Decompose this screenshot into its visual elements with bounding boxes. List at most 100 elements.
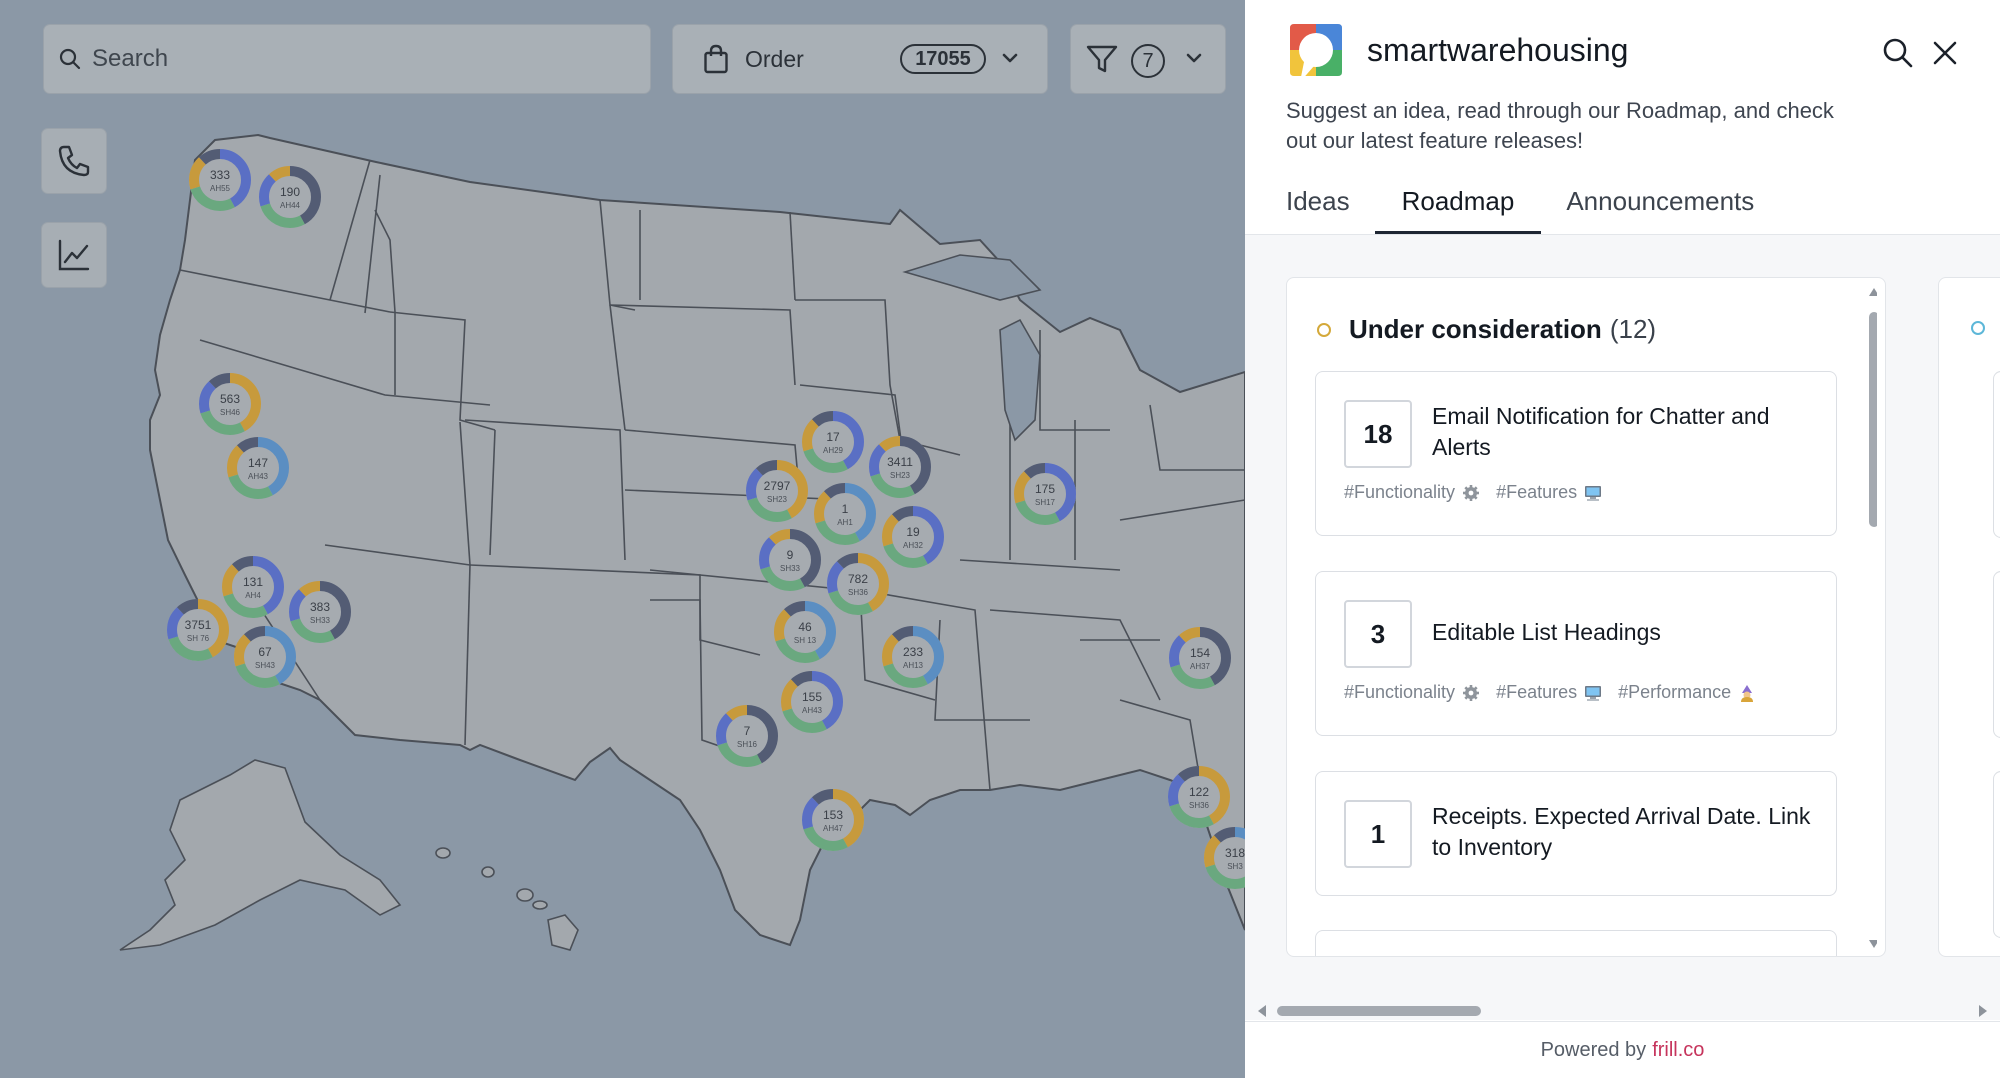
roadmap-card[interactable]: 18 Email Notification for Chatter and Al… xyxy=(1315,371,1837,536)
close-icon[interactable] xyxy=(1930,38,1960,68)
tag-label: #Features xyxy=(1496,682,1578,702)
cluster-count: 333 xyxy=(210,168,230,182)
vote-count[interactable]: 3 xyxy=(1344,600,1412,668)
vertical-scrollbar[interactable] xyxy=(1867,284,1877,952)
brand-name: smartwarehousing xyxy=(1367,32,1629,68)
cluster-marker[interactable]: 782 SH36 xyxy=(827,553,889,615)
phone-button[interactable] xyxy=(41,128,107,194)
cluster-code: SH33 xyxy=(310,616,331,625)
gear-icon xyxy=(1463,684,1480,701)
search-box[interactable]: Search xyxy=(43,24,651,94)
roadmap-card[interactable]: 3 Editable List Headings #Functionality … xyxy=(1315,571,1837,736)
roadmap-card[interactable] xyxy=(1993,371,2000,538)
search-icon xyxy=(59,48,81,70)
cluster-marker[interactable]: 2797 SH23 xyxy=(746,460,808,522)
card-title: Receipts. Expected Arrival Date. Link to… xyxy=(1432,803,1811,860)
cluster-marker[interactable]: 175 SH17 xyxy=(1014,463,1076,525)
cluster-code: SH36 xyxy=(848,588,869,597)
cluster-marker[interactable]: 3751 SH 76 xyxy=(167,599,229,661)
search-placeholder: Search xyxy=(92,45,169,72)
cluster-marker[interactable]: 1AH1 xyxy=(814,483,876,545)
cluster-marker[interactable]: 19 AH32 xyxy=(882,506,944,568)
cluster-count: 19 xyxy=(906,525,920,539)
cluster-code: AH1 xyxy=(837,518,853,527)
order-count-badge: 17055 xyxy=(900,44,986,74)
us-map[interactable]: 333AH55 190AH44563SH46147AH43131AH4383SH3… xyxy=(0,0,1245,1078)
roadmap-board[interactable]: Under consideration (12) 18 Email Notifi… xyxy=(1245,235,2000,1020)
roadmap-card[interactable] xyxy=(1315,930,1837,956)
chevron-down-icon[interactable] xyxy=(1183,47,1205,69)
cluster-count: 3751 xyxy=(185,618,212,632)
panel-tabs: Ideas Roadmap Announcements xyxy=(1286,180,1806,234)
cluster-count: 190 xyxy=(280,185,300,199)
roadmap-card[interactable] xyxy=(1993,771,2000,938)
map-area[interactable]: 333 AH55 190 AH44 563 SH46 147 AH43 131 AH4 383 SH3… xyxy=(0,0,1245,1078)
panel-search-icon[interactable] xyxy=(1881,36,1915,70)
cluster-marker[interactable]: 155 AH43 xyxy=(781,671,843,733)
frill-link[interactable]: frill.co xyxy=(1652,1039,1704,1062)
tab-announcements[interactable]: Announcements xyxy=(1566,180,1754,234)
cluster-marker[interactable]: 383 SH33 xyxy=(289,581,351,643)
cluster-code: SH36 xyxy=(1189,801,1210,810)
cluster-marker[interactable]: 147 AH43 xyxy=(227,437,289,499)
cluster-marker[interactable]: 153 AH47 xyxy=(802,789,864,851)
cluster-code: AH4 xyxy=(245,591,261,600)
cluster-count: 175 xyxy=(1035,482,1055,496)
cluster-marker[interactable]: 9 SH33 xyxy=(759,529,821,591)
cluster-count: 17 xyxy=(826,430,840,444)
cluster-code: AH44 xyxy=(280,201,301,210)
tag: #Functionality xyxy=(1344,482,1480,503)
vote-count[interactable]: 1 xyxy=(1344,800,1412,868)
cluster-count: 2797 xyxy=(764,479,791,493)
filter-selector[interactable]: 7 xyxy=(1070,24,1226,94)
roadmap-card[interactable] xyxy=(1993,571,2000,738)
analytics-button[interactable] xyxy=(41,222,107,288)
cluster-code: AH43 xyxy=(248,472,269,481)
brand-logo-icon xyxy=(1290,24,1342,82)
cluster-count: 383 xyxy=(310,600,330,614)
cluster-count: 1 xyxy=(842,502,849,516)
phone-icon xyxy=(58,145,90,177)
cluster-marker[interactable]: 17 AH29 xyxy=(802,411,864,473)
horizontal-scrollbar[interactable] xyxy=(1245,1000,2000,1022)
cluster-count: 155 xyxy=(802,690,822,704)
tag: #Functionality xyxy=(1344,682,1480,703)
cluster-code: AH13 xyxy=(903,661,924,670)
status-dot-icon xyxy=(1317,322,1331,337)
tag-label: #Performance xyxy=(1618,682,1732,702)
cluster-code: SH16 xyxy=(737,740,758,749)
vote-count[interactable]: 18 xyxy=(1344,400,1412,468)
cluster-count: 563 xyxy=(220,392,240,406)
tag-label: #Features xyxy=(1496,482,1578,502)
cluster-marker[interactable]: 46 SH 13 xyxy=(774,601,836,663)
cluster-count: 67 xyxy=(258,645,272,659)
cluster-count: 122 xyxy=(1189,785,1209,799)
roadmap-card[interactable]: 1 Receipts. Expected Arrival Date. Link … xyxy=(1315,771,1837,896)
cluster-count: 154 xyxy=(1190,646,1210,660)
cluster-count: 147 xyxy=(248,456,268,470)
cluster-marker[interactable]: 233 AH13 xyxy=(882,626,944,688)
card-title: Editable List Headings xyxy=(1432,619,1661,645)
chevron-down-icon[interactable] xyxy=(999,47,1021,69)
cluster-marker[interactable]: 131AH4 xyxy=(222,556,284,618)
cluster-marker[interactable]: 563 SH46 xyxy=(199,373,261,435)
panel-description: Suggest an idea, read through our Roadma… xyxy=(1286,98,1834,153)
cluster-marker[interactable]: 154 AH37 xyxy=(1169,627,1231,689)
order-selector[interactable]: Order 17055 xyxy=(672,24,1048,94)
gear-icon xyxy=(1463,484,1480,501)
cluster-marker[interactable]: 67 SH43 xyxy=(234,626,296,688)
card-tags: #Functionality #Features xyxy=(1344,682,1772,703)
cluster-count: 131 xyxy=(243,575,263,589)
cluster-marker[interactable]: 3411 SH23 xyxy=(869,436,931,498)
tag-label: #Functionality xyxy=(1344,682,1456,702)
tab-ideas[interactable]: Ideas xyxy=(1286,180,1350,234)
tag: #Features xyxy=(1496,482,1602,503)
cluster-marker[interactable]: 7 SH16 xyxy=(716,705,778,767)
cluster-code: SH46 xyxy=(220,408,241,417)
cluster-marker[interactable]: 190 AH44 xyxy=(259,166,321,228)
shopping-bag-icon xyxy=(704,44,728,74)
cluster-marker[interactable]: 122 SH36 xyxy=(1168,766,1230,828)
cluster-marker[interactable]: 333 AH55 xyxy=(189,149,251,211)
cluster-code: SH23 xyxy=(767,495,788,504)
tab-roadmap[interactable]: Roadmap xyxy=(1374,180,1542,234)
